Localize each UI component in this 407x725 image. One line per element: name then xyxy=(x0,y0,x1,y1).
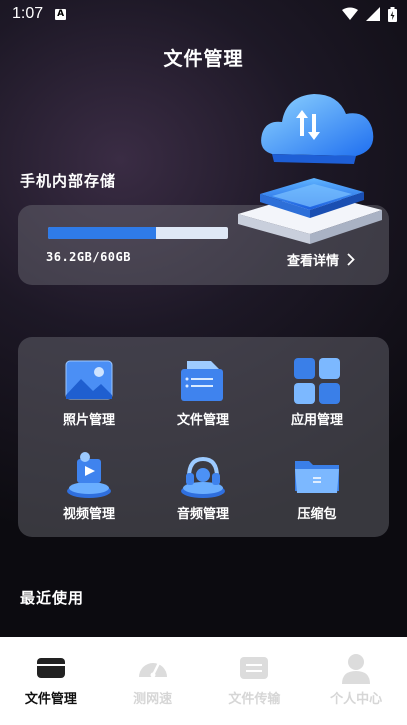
nav-file-transfer[interactable]: 文件传输 xyxy=(204,637,306,725)
folder-nav-icon xyxy=(36,658,65,678)
tool-label: 音频管理 xyxy=(176,507,229,522)
nav-label: 文件管理 xyxy=(24,692,77,707)
signal-icon xyxy=(366,7,380,21)
speedometer-icon xyxy=(138,662,167,678)
cloud-server-illustration xyxy=(238,94,382,244)
nav-label: 文件传输 xyxy=(228,692,281,707)
tools-grid: 照片管理 文件管理 应用管理 视频管理 音频管理 压缩包 xyxy=(18,337,389,537)
view-details-label: 查看详情 xyxy=(286,254,339,269)
zip-folder-icon xyxy=(295,461,339,493)
nav-label: 个人中心 xyxy=(330,692,383,707)
page-title: 文件管理 xyxy=(163,48,244,70)
apps-icon xyxy=(294,358,340,404)
storage-progress-fill xyxy=(48,227,156,239)
wifi-icon xyxy=(342,7,358,20)
tool-zip-archive[interactable]: 压缩包 xyxy=(262,449,372,522)
status-icons xyxy=(342,6,397,22)
nav-personal-center[interactable]: 个人中心 xyxy=(305,637,407,725)
tool-file-management[interactable]: 文件管理 xyxy=(148,355,258,428)
view-details-link[interactable]: 查看详情 xyxy=(287,250,355,269)
tool-label: 照片管理 xyxy=(62,413,115,428)
transfer-icon xyxy=(240,657,269,679)
photo-icon xyxy=(65,360,113,400)
storage-section-label: 手机内部存储 xyxy=(20,172,117,190)
tool-label: 文件管理 xyxy=(176,413,229,428)
battery-icon xyxy=(388,6,397,22)
tool-audio-management[interactable]: 音频管理 xyxy=(148,449,258,522)
tool-label: 压缩包 xyxy=(297,507,337,522)
tool-photo-management[interactable]: 照片管理 xyxy=(34,355,144,428)
storage-progress-bar xyxy=(48,227,228,239)
recent-section-label: 最近使用 xyxy=(20,589,85,607)
tool-label: 应用管理 xyxy=(290,413,343,428)
bottom-nav: 文件管理 测网速 文件传输 个人中心 xyxy=(0,637,407,725)
video-icon xyxy=(67,452,111,498)
nav-speed-test[interactable]: 测网速 xyxy=(102,637,204,725)
status-bar: 1:07 A xyxy=(0,0,407,28)
storage-usage-text: 36.2GB/60GB xyxy=(46,250,131,264)
audio-icon xyxy=(181,456,225,498)
status-time: 1:07 xyxy=(12,5,44,22)
nav-label: 测网速 xyxy=(133,692,173,707)
tool-video-management[interactable]: 视频管理 xyxy=(34,449,144,522)
tool-app-management[interactable]: 应用管理 xyxy=(262,355,372,428)
file-icon xyxy=(181,361,223,401)
chevron-right-icon xyxy=(347,253,355,266)
nav-file-management[interactable]: 文件管理 xyxy=(0,637,102,725)
tool-label: 视频管理 xyxy=(62,507,115,522)
notification-a-icon: A xyxy=(55,8,67,20)
user-icon xyxy=(342,654,371,684)
